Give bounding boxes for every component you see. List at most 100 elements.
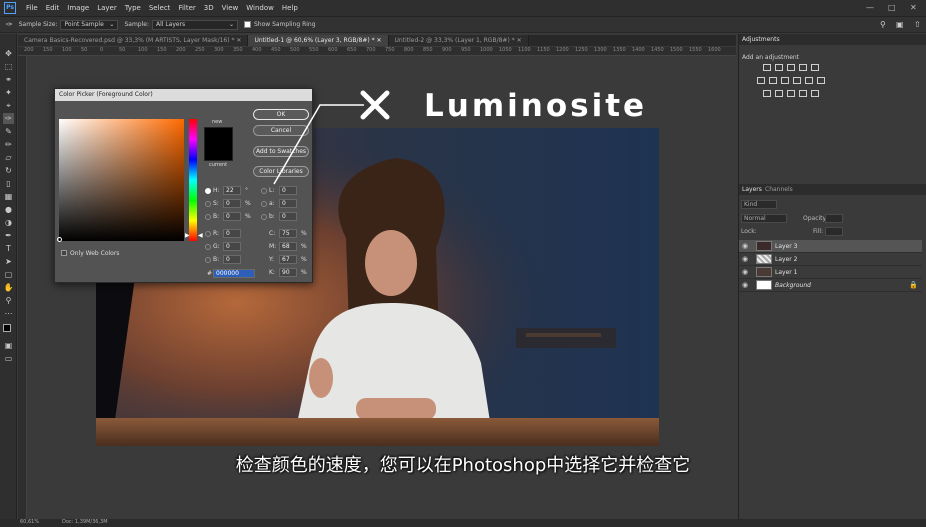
exposure-icon[interactable]: [799, 64, 807, 71]
show-sampling-ring-checkbox[interactable]: [243, 21, 251, 28]
menu-help[interactable]: Help: [278, 4, 302, 12]
shape-tool-icon[interactable]: ▢: [3, 269, 14, 280]
more-tools-icon[interactable]: ⋯: [3, 308, 14, 319]
g-radio[interactable]: [205, 244, 211, 250]
layers-tab[interactable]: Layers: [742, 186, 762, 193]
menu-3d[interactable]: 3D: [200, 4, 218, 12]
tab-untitled-1[interactable]: Untitled-1 @ 60,6% (Layer 3, RGB/8#) * ✕: [248, 35, 389, 46]
fill-input[interactable]: [825, 227, 843, 236]
share-icon[interactable]: ⇧: [914, 20, 921, 29]
y-input[interactable]: 67: [279, 255, 297, 264]
quick-mask-icon[interactable]: ▣: [3, 340, 14, 351]
visibility-eye-icon[interactable]: ◉: [742, 255, 748, 263]
a-input[interactable]: 0: [279, 199, 297, 208]
only-web-colors-checkbox[interactable]: [61, 250, 67, 256]
menu-image[interactable]: Image: [63, 4, 93, 12]
zoom-tool-icon[interactable]: ⚲: [3, 295, 14, 306]
healing-brush-icon[interactable]: ✎: [3, 126, 14, 137]
curves-icon[interactable]: [787, 64, 795, 71]
k-input[interactable]: 90: [279, 268, 297, 277]
brush-tool-icon[interactable]: ✏: [3, 139, 14, 150]
hue-arrow-right-icon[interactable]: ◀: [198, 232, 203, 239]
blue-radio[interactable]: [205, 257, 211, 263]
saturation-brightness-field[interactable]: [59, 119, 184, 241]
menu-view[interactable]: View: [218, 4, 243, 12]
sample-size-select[interactable]: Point Sample ⌄: [60, 19, 119, 30]
menu-layer[interactable]: Layer: [93, 4, 121, 12]
photo-filter-icon[interactable]: [793, 77, 801, 84]
tab-untitled-2[interactable]: Untitled-2 @ 33,3% (Layer 1, RGB/8#) * ✕: [388, 35, 529, 46]
minimize-icon[interactable]: —: [866, 3, 874, 12]
gradient-tool-icon[interactable]: ▦: [3, 191, 14, 202]
menu-edit[interactable]: Edit: [42, 4, 64, 12]
filter-kind-select[interactable]: Kind: [741, 200, 777, 209]
s-radio[interactable]: [205, 201, 211, 207]
search-icon[interactable]: ⚲: [880, 20, 886, 29]
levels-icon[interactable]: [775, 64, 783, 71]
threshold-icon[interactable]: [787, 90, 795, 97]
path-selection-icon[interactable]: ➤: [3, 256, 14, 267]
b-input[interactable]: 0: [223, 212, 241, 221]
a-radio[interactable]: [261, 201, 267, 207]
selective-color-icon[interactable]: [811, 90, 819, 97]
menu-type[interactable]: Type: [121, 4, 145, 12]
b-radio[interactable]: [205, 214, 211, 220]
maximize-icon[interactable]: □: [888, 3, 896, 12]
blend-mode-select[interactable]: Normal: [741, 214, 787, 223]
g-input[interactable]: 0: [223, 242, 241, 251]
visibility-eye-icon[interactable]: ◉: [742, 281, 748, 289]
lasso-tool-icon[interactable]: ⚭: [3, 74, 14, 85]
h-radio[interactable]: [205, 188, 211, 194]
lab-b-input[interactable]: 0: [279, 212, 297, 221]
workspace-icon[interactable]: ▣: [896, 20, 904, 29]
tab-camera-basics[interactable]: Camera Basics-Recovered.psd @ 33,3% (M A…: [18, 35, 249, 46]
r-radio[interactable]: [205, 231, 211, 237]
eyedropper-tool-icon[interactable]: ✑: [3, 113, 14, 124]
screen-mode-icon[interactable]: ▭: [3, 353, 14, 364]
layer-row-layer-2[interactable]: ◉ Layer 2: [739, 253, 922, 266]
layer-row-background[interactable]: ◉ Background 🔒: [739, 279, 922, 292]
sample-select[interactable]: All Layers ⌄: [151, 19, 238, 30]
h-input[interactable]: 22: [223, 186, 241, 195]
invert-icon[interactable]: [763, 90, 771, 97]
black-white-icon[interactable]: [781, 77, 789, 84]
dodge-tool-icon[interactable]: ◑: [3, 217, 14, 228]
layer-row-layer-1[interactable]: ◉ Layer 1: [739, 266, 922, 279]
menu-file[interactable]: File: [22, 4, 42, 12]
m-input[interactable]: 68: [279, 242, 297, 251]
magic-wand-tool-icon[interactable]: ✦: [3, 87, 14, 98]
marquee-tool-icon[interactable]: ⬚: [3, 61, 14, 72]
visibility-eye-icon[interactable]: ◉: [742, 242, 748, 250]
blur-tool-icon[interactable]: ●: [3, 204, 14, 215]
hand-tool-icon[interactable]: ✋: [3, 282, 14, 293]
hue-slider[interactable]: [189, 119, 197, 241]
menu-filter[interactable]: Filter: [174, 4, 199, 12]
foreground-color-swatch[interactable]: [3, 324, 11, 332]
r-input[interactable]: 0: [223, 229, 241, 238]
eraser-tool-icon[interactable]: ▯: [3, 178, 14, 189]
menu-window[interactable]: Window: [242, 4, 278, 12]
channel-mixer-icon[interactable]: [805, 77, 813, 84]
s-input[interactable]: 0: [223, 199, 241, 208]
crop-tool-icon[interactable]: ⌖: [3, 100, 14, 111]
color-lookup-icon[interactable]: [817, 77, 825, 84]
clone-stamp-icon[interactable]: ▱: [3, 152, 14, 163]
gradient-map-icon[interactable]: [799, 90, 807, 97]
type-tool-icon[interactable]: T: [3, 243, 14, 254]
hue-saturation-icon[interactable]: [757, 77, 765, 84]
close-icon[interactable]: ✕: [910, 3, 917, 12]
lab-b-radio[interactable]: [261, 214, 267, 220]
menu-select[interactable]: Select: [145, 4, 175, 12]
color-picker-cursor-icon[interactable]: [57, 237, 62, 242]
pen-tool-icon[interactable]: ✒: [3, 230, 14, 241]
layer-row-layer-3[interactable]: ◉ Layer 3: [739, 240, 922, 253]
move-tool-icon[interactable]: ✥: [3, 48, 14, 59]
channels-tab[interactable]: Channels: [765, 186, 793, 193]
posterize-icon[interactable]: [775, 90, 783, 97]
history-brush-icon[interactable]: ↻: [3, 165, 14, 176]
opacity-input[interactable]: [825, 214, 843, 223]
hex-input[interactable]: 000000: [213, 269, 255, 278]
blue-input[interactable]: 0: [223, 255, 241, 264]
brightness-icon[interactable]: [763, 64, 771, 71]
hue-arrow-left-icon[interactable]: ▶: [185, 232, 190, 239]
